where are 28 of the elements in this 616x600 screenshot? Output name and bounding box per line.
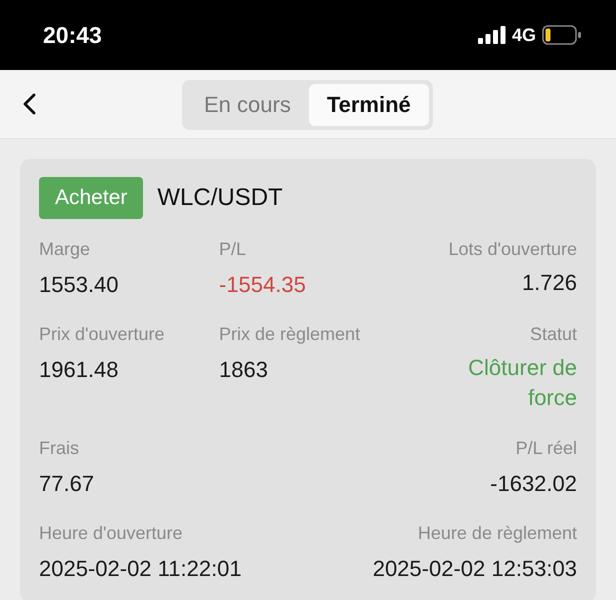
field-label: Heure d'ouverture [39, 523, 184, 544]
field-value: Clôturer de force [467, 354, 577, 412]
field-value: 1.726 [522, 269, 577, 297]
field-value: -1632.02 [490, 471, 577, 498]
tab[interactable]: Terminé [308, 84, 429, 126]
field-label: Statut [530, 324, 577, 345]
field-label: Prix d'ouverture [39, 324, 166, 345]
field-value: 1863 [219, 357, 269, 383]
network-label: 4G [512, 24, 536, 46]
field-label: Frais [39, 438, 80, 460]
field-label: Lots d'ouverture [448, 239, 577, 260]
field-label: Marge [39, 239, 92, 260]
buy-badge: Acheter [39, 177, 144, 219]
battery-icon [542, 25, 582, 45]
field-value: 2025-02-02 11:22:01 [39, 556, 243, 582]
field-value: 1961.48 [39, 357, 120, 383]
field-label: Heure de règlement [418, 523, 577, 544]
field-value: 1553.40 [39, 272, 120, 298]
field-label: Prix de règlement [219, 324, 362, 345]
field-value: -1554.35 [219, 272, 307, 298]
field-label: P/L réel [516, 438, 577, 460]
chevron-left-icon [22, 93, 36, 115]
field-value: 2025-02-02 12:53:03 [372, 556, 577, 582]
pair-name: WLC/USDT [157, 184, 283, 212]
field-label: P/L [219, 239, 248, 260]
status-time: 20:43 [43, 22, 102, 48]
signal-icon [478, 26, 506, 44]
field-value: 77.67 [39, 471, 96, 498]
